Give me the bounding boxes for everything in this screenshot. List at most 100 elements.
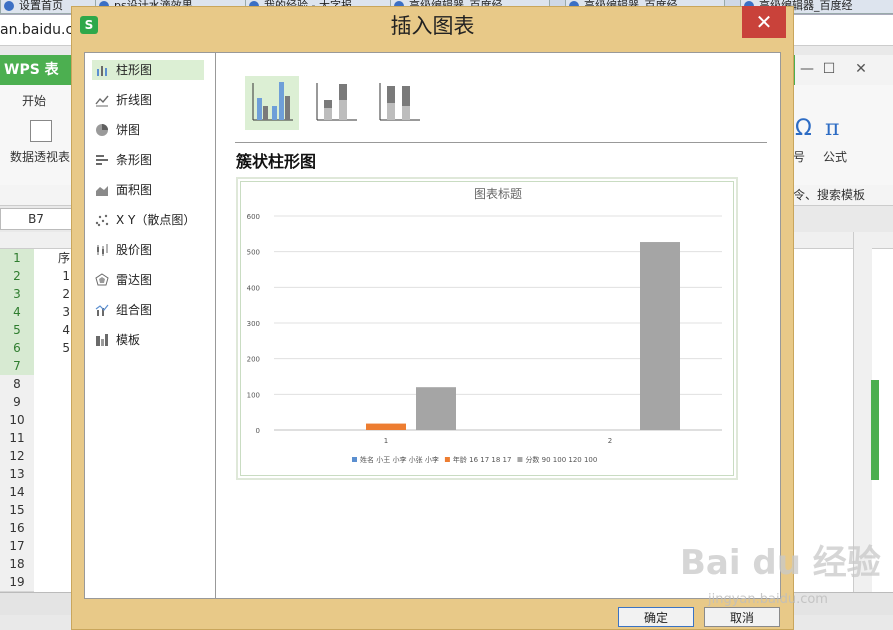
row-header[interactable]: 8 — [0, 375, 34, 394]
chart-type-item[interactable]: 模板 — [92, 330, 204, 350]
chart-type-label: 股价图 — [116, 243, 153, 257]
y-tick-label: 600 — [247, 213, 260, 221]
legend-label: 分数 90 100 120 100 — [525, 455, 597, 464]
cell-a[interactable]: 序 — [36, 249, 72, 267]
row-header[interactable]: 12 — [0, 447, 34, 466]
wps-close-icon[interactable]: ✕ — [850, 58, 872, 80]
subtype-divider — [235, 142, 767, 143]
stock-chart-icon — [97, 244, 108, 256]
chart-title: 图表标题 — [474, 187, 522, 201]
y-tick-label: 0 — [256, 427, 260, 435]
formula-label[interactable]: 公式 — [823, 148, 847, 165]
chart-subtype-button[interactable] — [245, 76, 299, 130]
row-header[interactable]: 2 — [0, 267, 34, 286]
pivot-table-label[interactable]: 数据透视表 — [10, 148, 70, 165]
legend-label: 年龄 16 17 18 17 — [453, 455, 512, 464]
search-template-label[interactable]: 令、搜索模板 — [793, 185, 865, 205]
chart-type-item[interactable]: 折线图 — [92, 90, 204, 110]
row-header[interactable]: 18 — [0, 555, 34, 574]
chart-type-label: 折线图 — [116, 93, 153, 107]
close-button[interactable]: ✕ — [742, 6, 786, 38]
row-header[interactable]: 19 — [0, 573, 34, 592]
row-header[interactable]: 11 — [0, 429, 34, 448]
y-tick-label: 500 — [247, 249, 260, 257]
bar — [640, 242, 680, 430]
row-header[interactable]: 1 — [0, 249, 34, 268]
percent-stacked-column-icon — [379, 83, 420, 121]
ok-button[interactable]: 确定 — [618, 607, 694, 627]
bar — [366, 423, 406, 430]
cell-a[interactable]: 2 — [36, 285, 72, 303]
chart-type-item[interactable]: 面积图 — [92, 180, 204, 200]
cell-a[interactable]: 3 — [36, 303, 72, 321]
x-tick-label: 1 — [384, 437, 388, 445]
column-chart-icon — [97, 66, 107, 76]
type-list-divider — [215, 53, 216, 598]
template-icon — [96, 334, 108, 346]
chart-type-label: 雷达图 — [116, 273, 153, 287]
chart-type-label: 饼图 — [116, 123, 141, 137]
cell-a[interactable]: 5 — [36, 339, 72, 357]
chart-subtype-button[interactable] — [309, 76, 363, 130]
legend-swatch — [517, 457, 523, 462]
wps-app-name: WPS 表 — [4, 62, 59, 78]
row-header[interactable]: 3 — [0, 285, 34, 304]
row-header[interactable]: 9 — [0, 393, 34, 412]
y-tick-label: 200 — [247, 356, 260, 364]
chart-type-label: 条形图 — [116, 153, 153, 167]
y-tick-label: 100 — [247, 391, 260, 399]
chart-type-item[interactable]: 组合图 — [92, 300, 204, 320]
cell-a[interactable]: 4 — [36, 321, 72, 339]
row-header[interactable]: 15 — [0, 501, 34, 520]
maximize-icon[interactable]: ☐ — [818, 58, 840, 80]
chart-type-label: X Y（散点图） — [116, 213, 196, 227]
combo-chart-icon — [95, 304, 109, 316]
row-header[interactable]: 7 — [0, 357, 34, 376]
chart-subtype-button[interactable] — [372, 76, 426, 130]
row-header[interactable]: 5 — [0, 321, 34, 340]
row-header[interactable]: 16 — [0, 519, 34, 538]
row-header[interactable]: 13 — [0, 465, 34, 484]
y-tick-label: 400 — [247, 284, 260, 292]
minimize-icon[interactable]: — — [796, 58, 818, 80]
scatter-chart-icon — [95, 214, 109, 227]
pi-icon[interactable]: π — [825, 116, 839, 141]
ribbon-tab-home[interactable]: 开始 — [22, 92, 46, 109]
chart-type-item[interactable]: 雷达图 — [92, 270, 204, 290]
watermark-url: jingyan.baidu.com — [708, 592, 828, 607]
pie-chart-icon — [96, 124, 108, 136]
legend-swatch — [352, 457, 357, 462]
pivot-table-icon[interactable] — [30, 120, 52, 142]
symbol-label[interactable]: 号 — [793, 148, 805, 165]
side-panel-handle[interactable] — [871, 380, 879, 480]
stacked-column-icon — [316, 83, 357, 121]
legend-swatch — [444, 457, 450, 462]
dialog-title: 插入图表 — [390, 14, 475, 38]
chart-type-label: 组合图 — [116, 303, 153, 317]
chart-type-item[interactable]: X Y（散点图） — [92, 210, 204, 230]
bar-chart-icon — [96, 155, 108, 165]
baidu-watermark: Bai du 经验 — [680, 543, 881, 583]
chart-type-item[interactable]: 柱形图 — [92, 60, 204, 80]
chart-type-item[interactable]: 条形图 — [92, 150, 204, 170]
cancel-button[interactable]: 取消 — [704, 607, 780, 627]
radar-chart-icon — [95, 273, 109, 286]
row-header[interactable]: 17 — [0, 537, 34, 556]
x-tick-label: 2 — [608, 437, 612, 445]
chart-type-label: 柱形图 — [116, 63, 153, 77]
area-chart-icon — [96, 186, 108, 196]
row-header[interactable]: 4 — [0, 303, 34, 322]
line-chart-icon — [95, 95, 109, 107]
subtype-title: 簇状柱形图 — [236, 152, 317, 171]
browser-tab-label: 设置首页 — [19, 0, 63, 12]
name-box[interactable]: B7 — [0, 208, 72, 230]
chart-type-item[interactable]: 饼图 — [92, 120, 204, 140]
row-header[interactable]: 14 — [0, 483, 34, 502]
chart-type-label: 面积图 — [116, 183, 153, 197]
chart-type-item[interactable]: 股价图 — [92, 240, 204, 260]
cell-a[interactable]: 1 — [36, 267, 72, 285]
row-header[interactable]: 10 — [0, 411, 34, 430]
row-header[interactable]: 6 — [0, 339, 34, 358]
omega-icon[interactable]: Ω — [795, 116, 812, 141]
legend-label: 姓名 小王 小李 小张 小李 — [360, 455, 439, 464]
